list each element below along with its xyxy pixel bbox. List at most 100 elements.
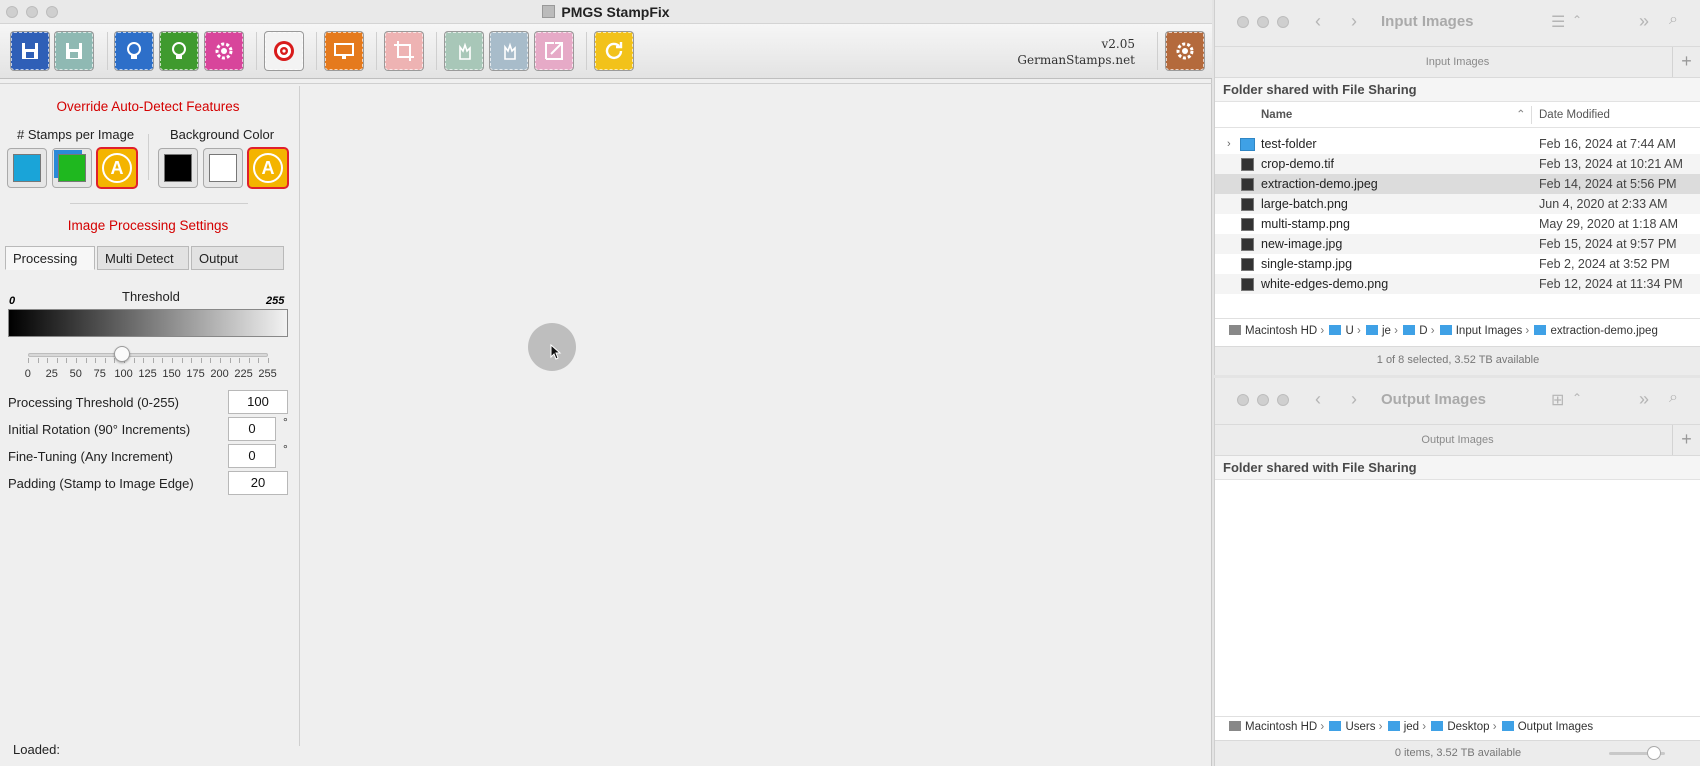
slider-tick-label: 150 <box>162 368 181 380</box>
degree-unit: ° <box>283 415 288 429</box>
folder-icon <box>1329 721 1342 731</box>
file-row[interactable]: multi-stamp.png May 29, 2020 at 1:18 AM <box>1215 214 1700 234</box>
path-item[interactable]: je <box>1382 325 1391 337</box>
setting-label: Initial Rotation (90° Increments) <box>8 422 191 437</box>
disclosure-chevron-icon[interactable]: › <box>1227 134 1231 154</box>
cursor-icon <box>550 344 562 360</box>
forward-arrow-icon[interactable]: › <box>1351 389 1357 410</box>
more-icon[interactable]: » <box>1639 389 1649 410</box>
path-item[interactable]: jed <box>1404 721 1419 733</box>
lightbulb-blue-button[interactable] <box>115 32 153 70</box>
setting-input[interactable]: 0 <box>228 444 276 468</box>
date-column-header[interactable]: Date Modified <box>1539 109 1610 121</box>
setting-input[interactable]: 0 <box>228 417 276 441</box>
refresh-button[interactable] <box>595 32 633 70</box>
auto-background-option[interactable]: A <box>249 149 287 187</box>
sort-chevron-icon: ⌃ <box>1516 109 1526 121</box>
view-chevron-icon[interactable]: ⌃ <box>1572 13 1582 27</box>
file-row[interactable]: large-batch.png Jun 4, 2020 at 2:33 AM <box>1215 194 1700 214</box>
path-item[interactable]: Input Images <box>1456 325 1522 337</box>
save-as-icon <box>66 43 82 59</box>
hand-deselect-icon <box>504 42 516 60</box>
path-item[interactable]: Output Images <box>1518 721 1593 733</box>
black-background-option[interactable] <box>159 149 197 187</box>
icon-size-slider-thumb[interactable] <box>1647 746 1661 760</box>
minimize-button[interactable] <box>26 6 38 18</box>
threshold-slider-thumb[interactable] <box>114 346 131 362</box>
output-finder-window: ‹ › Output Images ⊞ ⌃ » ⌕ Output Images … <box>1214 378 1700 766</box>
white-background-option[interactable] <box>204 149 242 187</box>
file-row[interactable]: extraction-demo.jpeg Feb 14, 2024 at 5:56… <box>1215 174 1700 194</box>
path-item[interactable]: Users <box>1345 721 1375 733</box>
more-icon[interactable]: » <box>1639 11 1649 32</box>
threshold-gradient <box>8 309 288 337</box>
pink-gear-button[interactable] <box>205 32 243 70</box>
file-icon <box>1241 218 1254 231</box>
close-button[interactable] <box>1237 16 1249 28</box>
column-header: Name ⌃ Date Modified <box>1215 102 1700 128</box>
path-item[interactable]: Macintosh HD <box>1245 325 1317 337</box>
zoom-button[interactable] <box>1277 16 1289 28</box>
slider-tick-label: 175 <box>186 368 205 380</box>
slider-tick <box>162 358 164 363</box>
minimize-button[interactable] <box>1257 394 1269 406</box>
lightbulb-blue-icon <box>127 42 141 59</box>
threshold-slider-track[interactable] <box>28 353 268 357</box>
tab-multi-detect[interactable]: Multi Detect <box>97 246 189 270</box>
file-row[interactable]: single-stamp.jpg Feb 2, 2024 at 3:52 PM <box>1215 254 1700 274</box>
close-button[interactable] <box>1237 394 1249 406</box>
single-stamp-option[interactable] <box>8 149 46 187</box>
path-bar: Macintosh HD › Users › jed › Desktop › O… <box>1227 721 1593 733</box>
path-separator-icon: › <box>1522 325 1533 337</box>
folder-icon <box>1439 325 1452 335</box>
name-column-header[interactable]: Name <box>1261 109 1292 121</box>
forward-arrow-icon[interactable]: › <box>1351 11 1357 32</box>
list-view-icon[interactable]: ☰ <box>1551 12 1565 32</box>
setting-input[interactable]: 20 <box>228 471 288 495</box>
hand-deselect-button[interactable] <box>490 32 528 70</box>
file-name: single-stamp.jpg <box>1261 257 1353 271</box>
lightbulb-green-button[interactable] <box>160 32 198 70</box>
white-swatch-icon <box>209 154 237 182</box>
search-icon[interactable]: ⌕ <box>1669 11 1678 29</box>
zoom-button[interactable] <box>1277 394 1289 406</box>
save-button[interactable] <box>11 32 49 70</box>
back-arrow-icon[interactable]: ‹ <box>1315 389 1321 410</box>
target-button[interactable] <box>265 32 303 70</box>
tab-output[interactable]: Output <box>191 246 284 270</box>
path-item[interactable]: Macintosh HD <box>1245 721 1317 733</box>
hand-select-button[interactable] <box>445 32 483 70</box>
close-button[interactable] <box>6 6 18 18</box>
zoom-button[interactable] <box>46 6 58 18</box>
file-row[interactable]: › test-folder Feb 16, 2024 at 7:44 AM <box>1215 134 1700 154</box>
disk-icon <box>1229 721 1241 731</box>
path-item[interactable]: Desktop <box>1447 721 1489 733</box>
crop-button[interactable] <box>385 32 423 70</box>
grid-view-icon[interactable]: ⊞ <box>1551 390 1564 410</box>
path-item[interactable]: D <box>1419 325 1427 337</box>
monitor-button[interactable] <box>325 32 363 70</box>
path-item[interactable]: extraction-demo.jpeg <box>1550 325 1657 337</box>
path-separator-icon: › <box>1375 721 1386 733</box>
output-finder-title: Output Images <box>1381 391 1487 408</box>
save-as-button[interactable] <box>55 32 93 70</box>
new-tab-button[interactable]: + <box>1672 47 1700 77</box>
settings-button[interactable] <box>1166 32 1204 70</box>
view-chevron-icon[interactable]: ⌃ <box>1572 391 1582 405</box>
file-row[interactable]: crop-demo.tif Feb 13, 2024 at 10:21 AM <box>1215 154 1700 174</box>
file-row[interactable]: white-edges-demo.png Feb 12, 2024 at 11:3… <box>1215 274 1700 294</box>
export-button[interactable] <box>535 32 573 70</box>
multi-stamp-option[interactable] <box>53 149 91 187</box>
setting-input[interactable]: 100 <box>228 390 288 414</box>
new-tab-button[interactable]: + <box>1672 425 1700 455</box>
tab-processing[interactable]: Processing <box>5 246 95 270</box>
threshold-max: 255 <box>266 295 285 307</box>
search-icon[interactable]: ⌕ <box>1669 389 1678 407</box>
path-item[interactable]: U <box>1345 325 1353 337</box>
auto-stamps-option[interactable]: A <box>98 149 136 187</box>
back-arrow-icon[interactable]: ‹ <box>1315 11 1321 32</box>
file-row[interactable]: new-image.jpg Feb 15, 2024 at 9:57 PM <box>1215 234 1700 254</box>
path-separator-icon: › <box>1427 325 1438 337</box>
export-icon <box>545 42 563 60</box>
minimize-button[interactable] <box>1257 16 1269 28</box>
